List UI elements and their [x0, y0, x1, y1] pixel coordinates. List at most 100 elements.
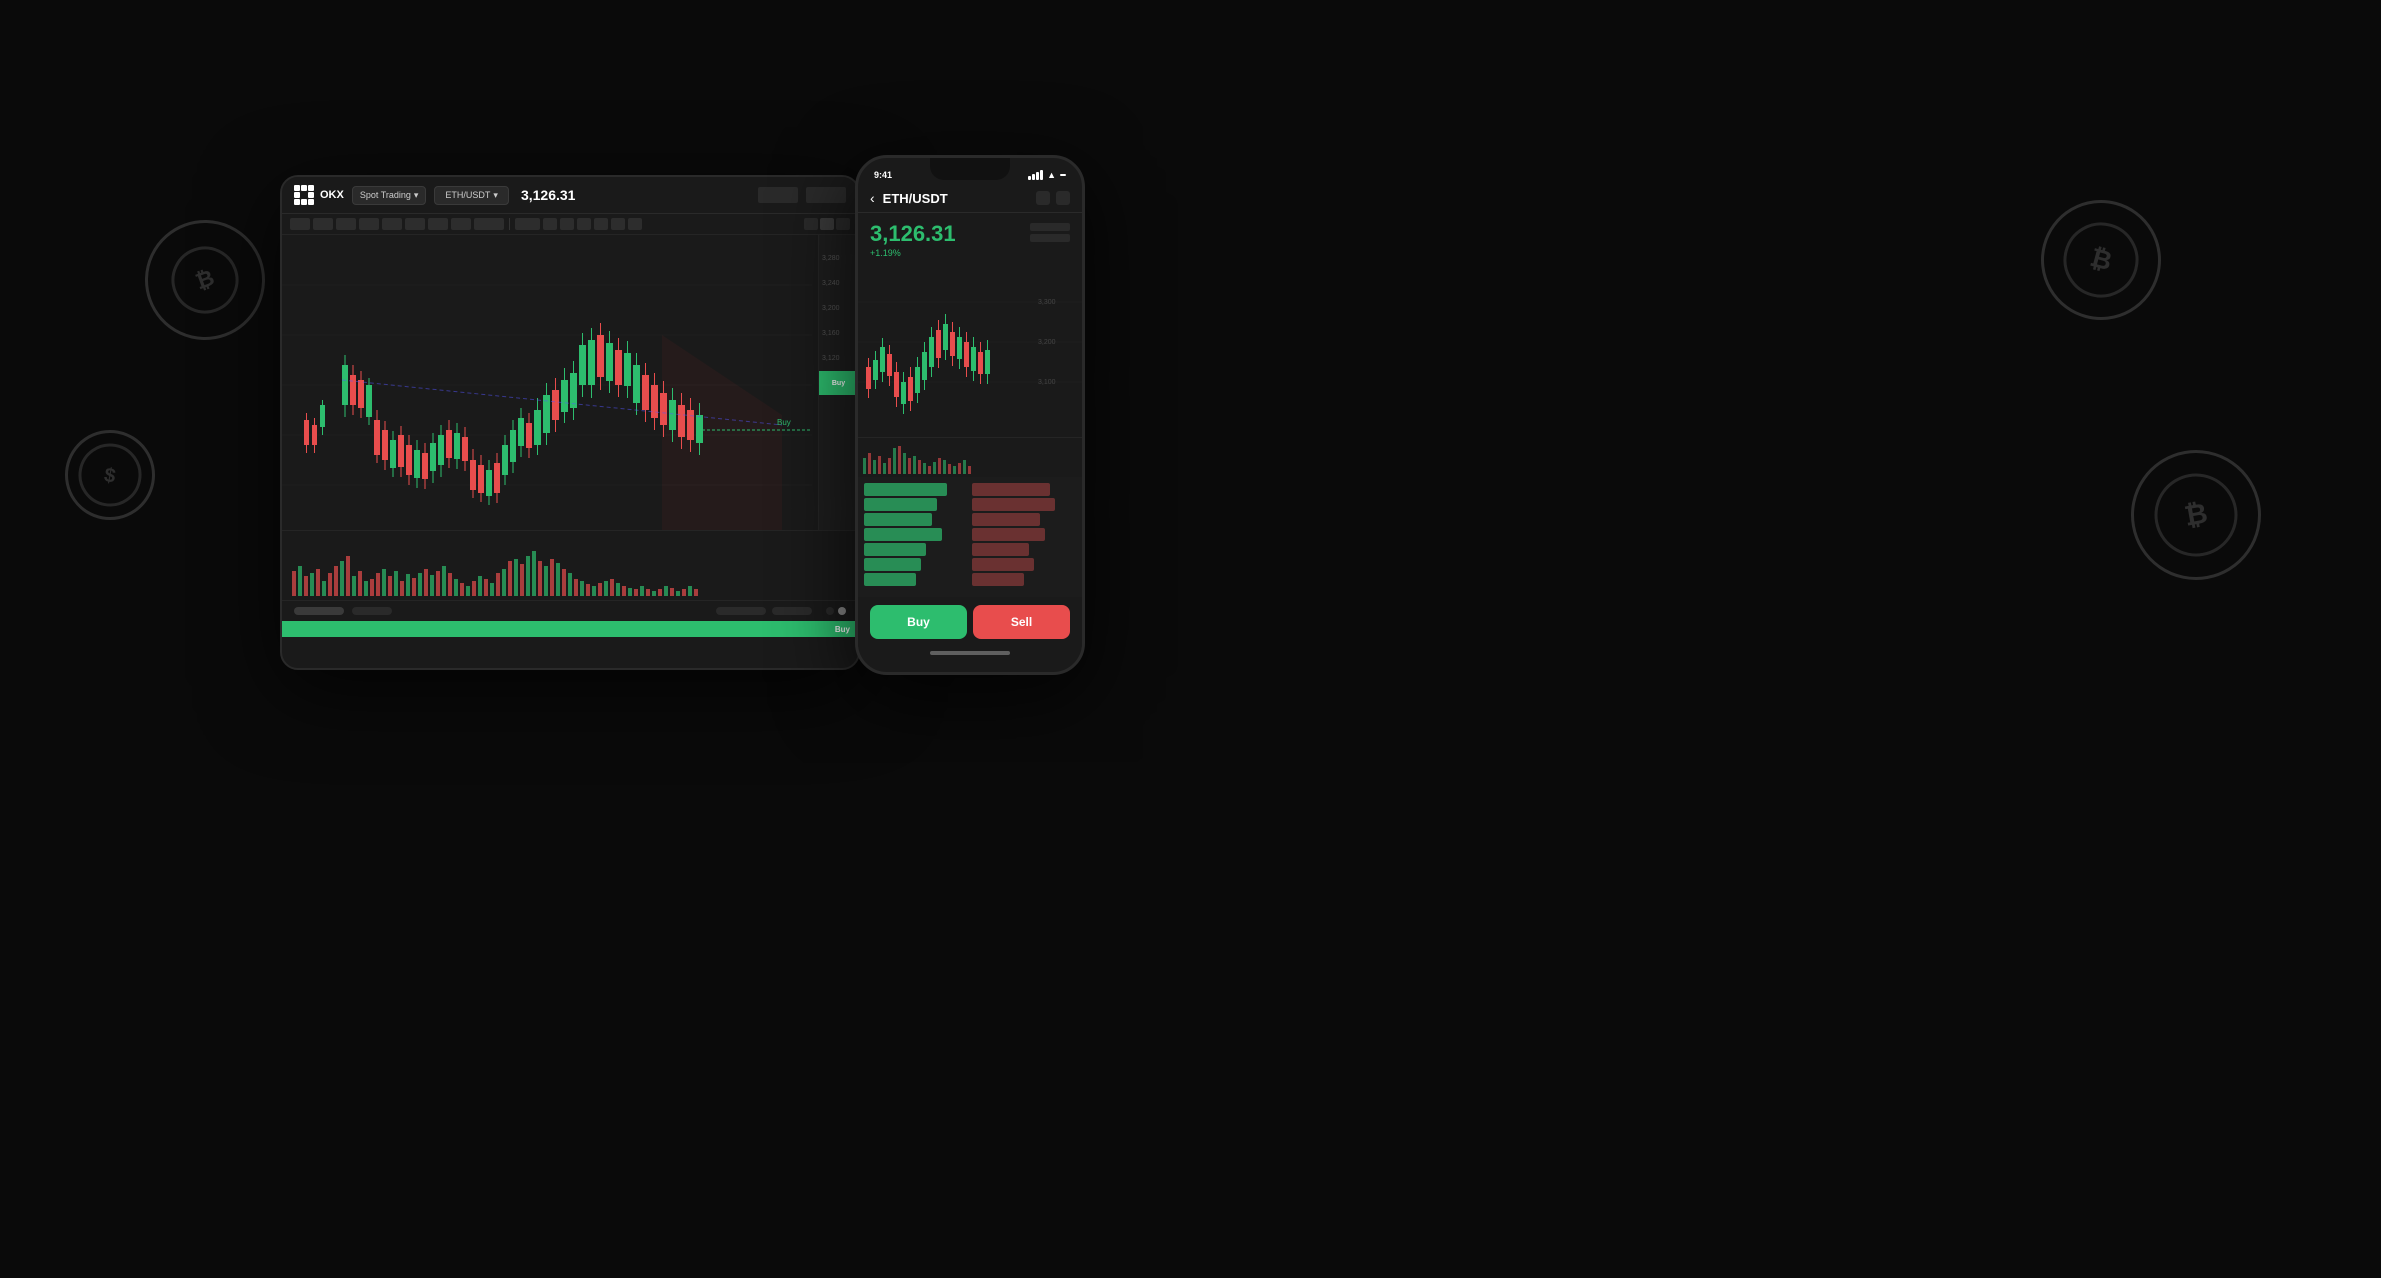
price-info-box-2 [806, 187, 846, 203]
orderbook-bids [864, 483, 968, 591]
chart-type-icon-2[interactable] [820, 218, 834, 230]
bid-row-7 [864, 573, 916, 586]
ask-row-5 [972, 543, 1029, 556]
bid-row-1 [864, 483, 947, 496]
svg-text:Buy: Buy [777, 418, 791, 427]
bid-row-6 [864, 558, 921, 571]
footer-pagination-4 [772, 607, 812, 615]
phone-price-main: 3,126.31 [870, 221, 956, 247]
coin-btc-top-right: ₿ [2028, 187, 2175, 334]
toolbar-item-5[interactable] [382, 218, 402, 230]
coin-btc-bottom-right: ₿ [2121, 440, 2272, 591]
eth-pair-button[interactable]: ETH/USDT ▾ [434, 186, 509, 205]
toolbar-item-1[interactable] [290, 218, 310, 230]
phone-volume-chart [858, 438, 1082, 478]
phone-nav-header: ‹ ETH/USDT [858, 186, 1082, 213]
price-axis-label-5: 3,120 [822, 355, 855, 362]
dropdown-icon: ▾ [414, 190, 419, 201]
okx-logo: OKX [294, 185, 344, 205]
tablet-buy-bar[interactable]: Buy [282, 621, 858, 637]
spot-trading-label: Spot Trading [360, 190, 411, 200]
svg-text:₿: ₿ [192, 265, 217, 295]
toolbar-item-14[interactable] [594, 218, 608, 230]
buy-price-button[interactable]: Buy [819, 371, 858, 395]
ask-row-7 [972, 573, 1024, 586]
phone-buy-button[interactable]: Buy [870, 605, 967, 639]
tablet-volume-chart [282, 531, 822, 601]
signal-icon [1028, 170, 1043, 180]
tablet-volume-area [282, 530, 858, 600]
price-stats-box-2 [1030, 234, 1070, 242]
bid-row-5 [864, 543, 926, 556]
toolbar-item-7[interactable] [428, 218, 448, 230]
status-icons: ▲ [1028, 170, 1066, 180]
spot-trading-button[interactable]: Spot Trading ▾ [352, 186, 427, 205]
toolbar-item-8[interactable] [451, 218, 471, 230]
dropdown-icon-pair: ▾ [493, 190, 498, 201]
back-button[interactable]: ‹ [870, 190, 875, 206]
toolbar-item-10[interactable] [515, 218, 540, 230]
toolbar-item-6[interactable] [405, 218, 425, 230]
price-info-box-1 [758, 187, 798, 203]
ask-row-6 [972, 558, 1034, 571]
toolbar-item-11[interactable] [543, 218, 557, 230]
chart-type-icon-3[interactable] [836, 218, 850, 230]
tablet-candlestick-chart: Buy [282, 235, 812, 530]
nav-dot-1[interactable] [826, 607, 834, 615]
bid-row-2 [864, 498, 937, 511]
phone-device: 9:41 ▲ ‹ ETH/USDT 3,126.31 +1.19% [855, 155, 1085, 675]
coin-dollar-bottom-left: $ [58, 423, 162, 527]
price-axis-label-1: 3,280 [822, 255, 855, 262]
phone-icon-2[interactable] [1056, 191, 1070, 205]
bid-row-3 [864, 513, 932, 526]
phone-pair-title: ETH/USDT [883, 191, 948, 206]
ask-row-3 [972, 513, 1040, 526]
phone-volume-area [858, 437, 1082, 477]
toolbar-item-3[interactable] [336, 218, 356, 230]
price-axis-label-2: 3,240 [822, 280, 855, 287]
price-axis-label-3: 3,200 [822, 305, 855, 312]
phone-price-change: +1.19% [870, 248, 956, 258]
toolbar-separator [509, 218, 510, 230]
ask-row-4 [972, 528, 1045, 541]
phone-chart-area: 3,300 3,200 3,100 [858, 262, 1082, 437]
tablet-buy-bar-label: Buy [835, 625, 850, 634]
phone-price-section: 3,126.31 +1.19% [858, 213, 1082, 262]
coin-btc-top-left: ₿ [128, 203, 282, 357]
phone-trade-actions: Buy Sell [858, 597, 1082, 647]
toolbar-item-9[interactable] [474, 218, 504, 230]
toolbar-item-4[interactable] [359, 218, 379, 230]
svg-text:$: $ [102, 464, 117, 488]
chart-type-icon[interactable] [804, 218, 818, 230]
ask-row-2 [972, 498, 1055, 511]
wifi-icon: ▲ [1047, 170, 1056, 180]
eth-pair-label: ETH/USDT [445, 190, 490, 200]
footer-pagination-2 [352, 607, 392, 615]
toolbar-item-16[interactable] [628, 218, 642, 230]
chart-container: Buy [282, 235, 858, 530]
chart-price-axis: 3,280 3,240 3,200 3,160 3,120 Buy [818, 235, 858, 530]
footer-pagination-1 [294, 607, 344, 615]
phone-notch [930, 158, 1010, 180]
tablet-chart-area: Buy [282, 235, 858, 530]
toolbar-item-2[interactable] [313, 218, 333, 230]
toolbar-item-12[interactable] [560, 218, 574, 230]
battery-icon [1060, 174, 1066, 176]
svg-text:3,100: 3,100 [1038, 379, 1056, 386]
tablet-price: 3,126.31 [521, 187, 576, 203]
phone-time: 9:41 [874, 170, 892, 180]
phone-sell-button[interactable]: Sell [973, 605, 1070, 639]
nav-dot-2[interactable] [838, 607, 846, 615]
tablet-device: OKX Spot Trading ▾ ETH/USDT ▾ 3,126.31 [280, 175, 860, 670]
footer-pagination-3 [716, 607, 766, 615]
phone-candlestick-chart: 3,300 3,200 3,100 [858, 262, 1082, 437]
phone-orderbook [858, 477, 1082, 597]
svg-text:3,200: 3,200 [1038, 339, 1056, 346]
svg-text:₿: ₿ [2087, 242, 2115, 276]
phone-icon-1[interactable] [1036, 191, 1050, 205]
phone-home-indicator [930, 651, 1010, 655]
price-stats-box-1 [1030, 223, 1070, 231]
toolbar-item-13[interactable] [577, 218, 591, 230]
tablet-footer [282, 600, 858, 621]
toolbar-item-15[interactable] [611, 218, 625, 230]
